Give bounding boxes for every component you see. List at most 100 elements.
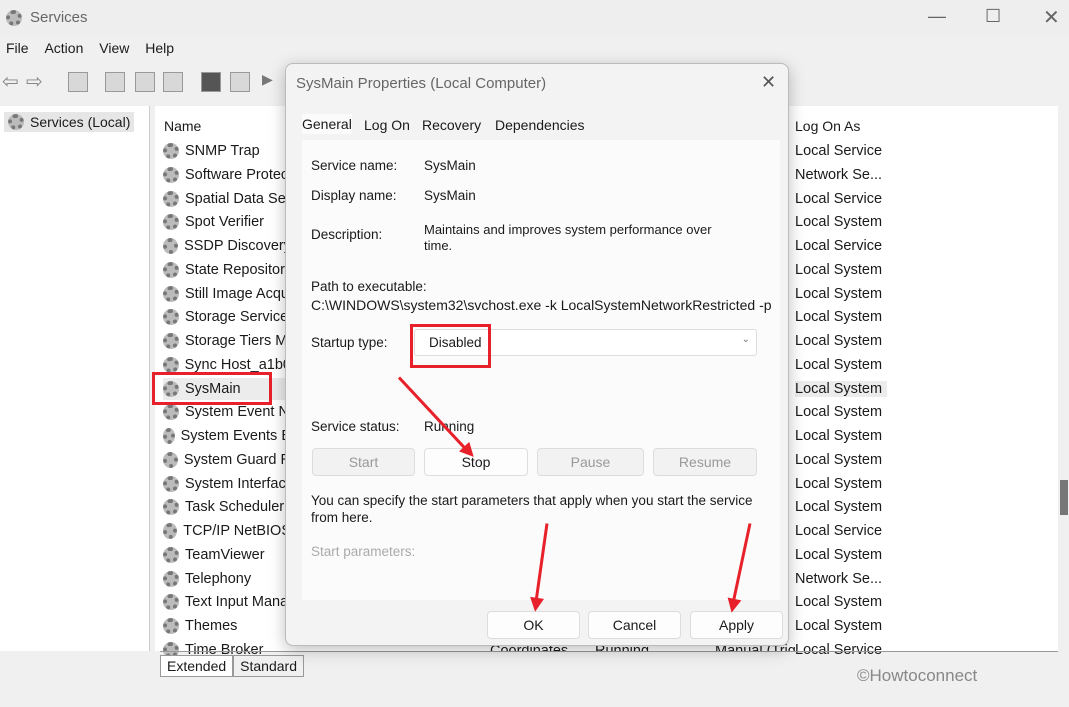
path-value: C:\WINDOWS\system32\svchost.exe -k Local… <box>311 297 772 313</box>
logon-cell: Local System <box>795 594 883 611</box>
properties-icon[interactable] <box>105 72 125 92</box>
logon-cell: Local System <box>795 618 883 634</box>
table-row[interactable]: System Events B <box>163 425 291 447</box>
display-name-value: SysMain <box>424 188 476 203</box>
dialog-close-button[interactable]: ✕ <box>761 72 776 93</box>
tab-recovery[interactable]: Recovery <box>422 117 481 133</box>
column-header-logon[interactable]: Log On As <box>795 118 860 134</box>
show-hide-tree-icon[interactable] <box>68 72 88 92</box>
logon-cell: Local System <box>795 499 883 516</box>
table-row[interactable]: Text Input Mana <box>163 591 291 613</box>
sysmain-highlight-box <box>152 372 272 405</box>
title-bar: Services — ☐ ✕ <box>0 0 1069 36</box>
logon-cell: Local System <box>795 356 883 373</box>
logon-cell: Network Se... <box>795 166 883 183</box>
export-icon[interactable] <box>163 72 183 92</box>
table-row[interactable]: System Guard R <box>163 449 291 471</box>
service-name: Spot Verifier <box>185 214 264 231</box>
table-row[interactable]: Software Protec <box>163 164 291 186</box>
logon-cell: Local System <box>795 285 883 302</box>
gear-icon <box>163 356 179 373</box>
logon-cell: Local System <box>795 475 883 492</box>
logon-cell: Local System <box>795 404 883 421</box>
table-row[interactable]: TeamViewer <box>163 544 291 566</box>
service-name: Storage Service <box>185 309 289 326</box>
service-name: TeamViewer <box>185 546 265 563</box>
back-icon[interactable]: ⇦ <box>2 69 19 94</box>
service-name: SNMP Trap <box>185 143 260 159</box>
table-row[interactable]: Telephony <box>163 568 291 590</box>
logon-cell: Local System <box>795 428 883 444</box>
cancel-button[interactable]: Cancel <box>588 611 681 639</box>
menu-action[interactable]: Action <box>44 40 83 56</box>
service-name-label: Service name: <box>311 158 398 173</box>
chevron-down-icon: ⌄ <box>741 334 750 345</box>
tab-standard[interactable]: Standard <box>233 655 304 677</box>
help-icon[interactable] <box>201 72 221 92</box>
table-row[interactable]: Still Image Acqu <box>163 283 291 305</box>
toolbar: ⇦ ⇨ ▶ <box>0 66 300 96</box>
apply-button[interactable]: Apply <box>690 611 783 639</box>
table-row[interactable]: Task Scheduler <box>163 496 291 518</box>
resume-button[interactable]: Resume <box>653 448 757 476</box>
forward-icon[interactable]: ⇨ <box>26 69 43 94</box>
table-row[interactable]: Storage Service <box>163 306 291 328</box>
gear-icon <box>163 404 179 421</box>
play-icon[interactable]: ▶ <box>262 71 273 88</box>
tab-extended[interactable]: Extended <box>160 655 234 677</box>
maximize-button[interactable]: ☐ <box>985 6 1001 27</box>
column-header-name[interactable]: Name <box>164 118 201 134</box>
watermark: ©Howtoconnect <box>857 666 978 685</box>
console-icon[interactable] <box>230 72 250 92</box>
ok-button[interactable]: OK <box>487 611 580 639</box>
start-params-label: Start parameters: <box>311 544 416 559</box>
service-name: System Event N <box>185 404 289 421</box>
menu-file[interactable]: File <box>6 40 29 56</box>
logon-cell: Local System <box>795 214 883 231</box>
gear-icon <box>163 143 179 159</box>
gear-icon <box>163 523 178 539</box>
start-button[interactable]: Start <box>312 448 415 476</box>
dialog-title: SysMain Properties (Local Computer) <box>296 75 547 92</box>
gear-icon <box>163 594 179 611</box>
scrollbar[interactable] <box>1058 106 1069 651</box>
logon-cell: Local Service <box>795 143 883 159</box>
tab-general[interactable]: General <box>302 114 352 134</box>
service-status-label: Service status: <box>311 419 400 434</box>
menu-help[interactable]: Help <box>145 40 174 56</box>
table-row[interactable]: TCP/IP NetBIOS <box>163 520 291 542</box>
scrollbar-thumb[interactable] <box>1060 480 1068 515</box>
description-label: Description: <box>311 227 383 242</box>
gear-icon <box>163 238 179 254</box>
logon-cell: Local System <box>795 261 883 278</box>
table-row[interactable]: SSDP Discovery <box>163 235 291 257</box>
table-row[interactable]: Themes <box>163 615 291 637</box>
gear-icon <box>163 451 178 468</box>
service-name: Task Scheduler <box>185 499 285 516</box>
refresh-icon[interactable] <box>135 72 155 92</box>
service-name: TCP/IP NetBIOS <box>183 523 291 539</box>
table-row[interactable]: State Repositor <box>163 259 291 281</box>
tab-dependencies[interactable]: Dependencies <box>495 117 585 133</box>
pause-button[interactable]: Pause <box>537 448 644 476</box>
table-row[interactable]: Spatial Data Ser <box>163 188 291 210</box>
gear-icon <box>163 618 179 634</box>
services-icon <box>8 114 24 130</box>
gear-icon <box>163 546 179 563</box>
menu-view[interactable]: View <box>99 40 129 56</box>
tab-logon[interactable]: Log On <box>364 117 410 133</box>
service-name: Still Image Acqu <box>185 285 289 302</box>
tree-item-services-local[interactable]: Services (Local) <box>4 112 135 132</box>
logon-cell: Network Se... <box>795 570 883 587</box>
minimize-button[interactable]: — <box>928 6 946 27</box>
table-row[interactable]: Storage Tiers M <box>163 330 291 352</box>
table-row[interactable]: System Interfac <box>163 473 291 495</box>
table-row[interactable]: SNMP Trap <box>163 140 291 162</box>
logon-cell: Local System <box>795 380 887 397</box>
table-row[interactable]: Spot Verifier <box>163 211 291 233</box>
close-button[interactable]: ✕ <box>1043 5 1060 30</box>
services-icon <box>6 10 22 26</box>
gear-icon <box>163 285 179 302</box>
gear-icon <box>163 261 179 278</box>
start-params-note: You can specify the start parameters tha… <box>311 493 753 525</box>
